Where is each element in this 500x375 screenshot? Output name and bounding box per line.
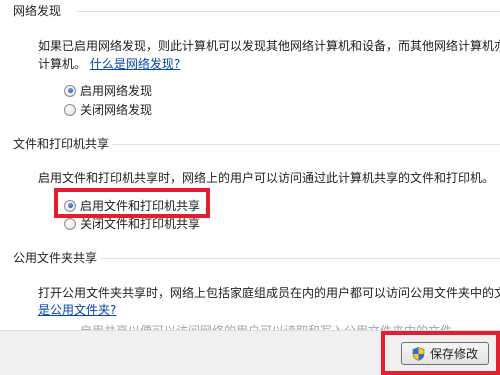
section-divider bbox=[112, 144, 500, 145]
radio-button[interactable] bbox=[64, 217, 76, 230]
radio-label: 启用网络发现 bbox=[80, 84, 153, 98]
radio-disable-network-discovery[interactable]: 关闭网络发现 bbox=[64, 101, 152, 118]
section-divider bbox=[100, 258, 500, 259]
network-discovery-description-tail: 计算机。 bbox=[38, 57, 87, 71]
network-discovery-description-cont: 计算机。 什么是网络发现? bbox=[38, 55, 180, 74]
section-divider bbox=[76, 11, 500, 12]
highlight-annotation-enable-sharing bbox=[54, 188, 210, 218]
radio-button-checked[interactable] bbox=[64, 84, 76, 97]
truncated-option-text: 启用共享以便可以访问网络的用户可以读取和写入公用文件夹中的文件 bbox=[80, 322, 452, 330]
network-discovery-header: 网络发现 bbox=[13, 4, 62, 18]
radio-label: 关闭网络发现 bbox=[80, 103, 153, 117]
public-folder-sharing-link-row: 是公用文件夹? bbox=[38, 301, 116, 320]
network-discovery-description: 如果已启用网络发现，则此计算机可以发现其他网络计算机和设备，而其他网络计算机亦 bbox=[38, 39, 500, 53]
public-folder-sharing-header: 公用文件夹共享 bbox=[13, 251, 98, 265]
radio-enable-network-discovery[interactable]: 启用网络发现 bbox=[64, 82, 152, 99]
file-printer-sharing-description: 启用文件和打印机共享时，网络上的用户可以访问通过此计算机共享的文件和打印机。 bbox=[38, 171, 495, 185]
radio-button[interactable] bbox=[64, 103, 76, 116]
what-is-network-discovery-link[interactable]: 什么是网络发现? bbox=[90, 57, 180, 71]
highlight-annotation-save-button bbox=[381, 331, 500, 375]
what-is-public-folder-link[interactable]: 是公用文件夹? bbox=[38, 303, 116, 317]
file-printer-sharing-header: 文件和打印机共享 bbox=[13, 137, 110, 151]
advanced-sharing-settings-panel: 网络发现 如果已启用网络发现，则此计算机可以发现其他网络计算机和设备，而其他网络… bbox=[0, 0, 500, 375]
